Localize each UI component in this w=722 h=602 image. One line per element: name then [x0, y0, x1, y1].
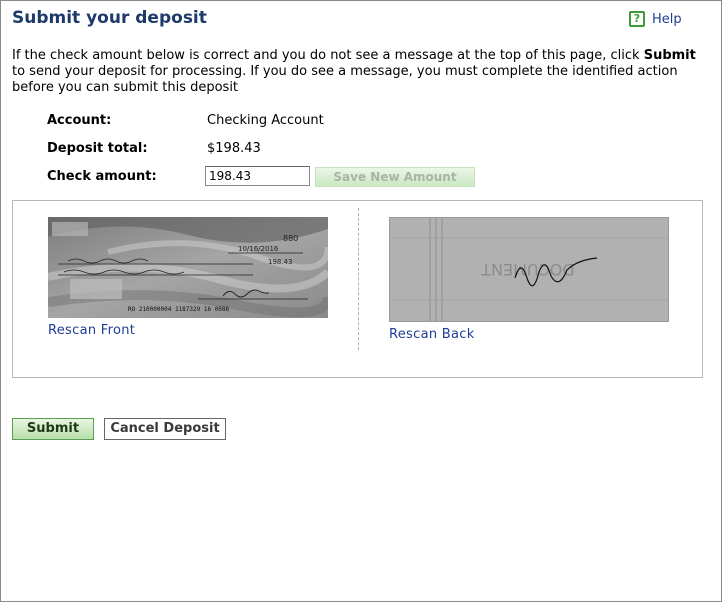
- check-front-amount: 198.43: [268, 258, 293, 266]
- check-amount-input[interactable]: [205, 166, 310, 186]
- intro-submit-emphasis: Submit: [643, 48, 696, 63]
- check-front-micr: RO 210000004 1187329 16 0086: [128, 306, 230, 313]
- check-back-endorsement-text: DOCUMENT: [481, 260, 575, 279]
- save-new-amount-button[interactable]: Save New Amount: [315, 167, 475, 187]
- instructions-text: If the check amount below is correct and…: [12, 48, 702, 96]
- check-back-image: DOCUMENT: [389, 217, 669, 322]
- check-front-date: 10/16/2016: [238, 245, 279, 253]
- page-title: Submit your deposit: [12, 8, 207, 28]
- check-front-image: 880 10/16/2016 198.43 RO 210000004 11873…: [48, 217, 328, 318]
- check-front-number: 880: [283, 234, 298, 243]
- panel-divider: [358, 208, 359, 350]
- help-label[interactable]: Help: [652, 12, 682, 27]
- deposit-total-value: $198.43: [207, 141, 261, 156]
- account-label: Account:: [47, 113, 112, 128]
- help-icon[interactable]: ?: [629, 11, 645, 27]
- rescan-back-link[interactable]: Rescan Back: [389, 327, 475, 342]
- deposit-window: Submit your deposit ? Help If the check …: [0, 0, 722, 602]
- account-value: Checking Account: [207, 113, 324, 128]
- intro-text-after: to send your deposit for processing. If …: [12, 64, 678, 95]
- help-link[interactable]: ? Help: [629, 11, 682, 27]
- cancel-deposit-button[interactable]: Cancel Deposit: [104, 418, 226, 440]
- submit-button[interactable]: Submit: [12, 418, 94, 440]
- deposit-total-label: Deposit total:: [47, 141, 148, 156]
- check-amount-label: Check amount:: [47, 169, 157, 184]
- rescan-front-link[interactable]: Rescan Front: [48, 323, 135, 338]
- intro-text-before: If the check amount below is correct and…: [12, 48, 644, 63]
